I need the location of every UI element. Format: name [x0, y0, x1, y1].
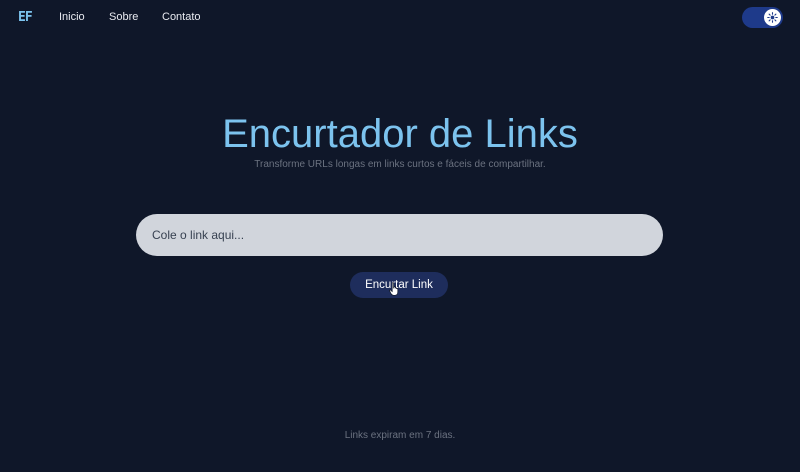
url-input[interactable]	[136, 214, 663, 256]
sun-icon	[767, 12, 778, 23]
shorten-link-button[interactable]: Encurtar Link	[350, 272, 448, 298]
logo[interactable]: EF	[18, 10, 33, 25]
nav-link-sobre[interactable]: Sobre	[109, 11, 138, 23]
page-subtitle: Transforme URLs longas em links curtos e…	[254, 159, 546, 170]
navbar: EF Inicio Sobre Contato	[0, 0, 800, 36]
toggle-knob	[764, 9, 781, 26]
nav-link-inicio[interactable]: Inicio	[59, 11, 85, 23]
nav-link-contato[interactable]: Contato	[162, 11, 201, 23]
page-title: Encurtador de Links	[222, 112, 578, 156]
theme-toggle[interactable]	[742, 7, 783, 28]
footer-note: Links expiram em 7 dias.	[344, 430, 456, 441]
